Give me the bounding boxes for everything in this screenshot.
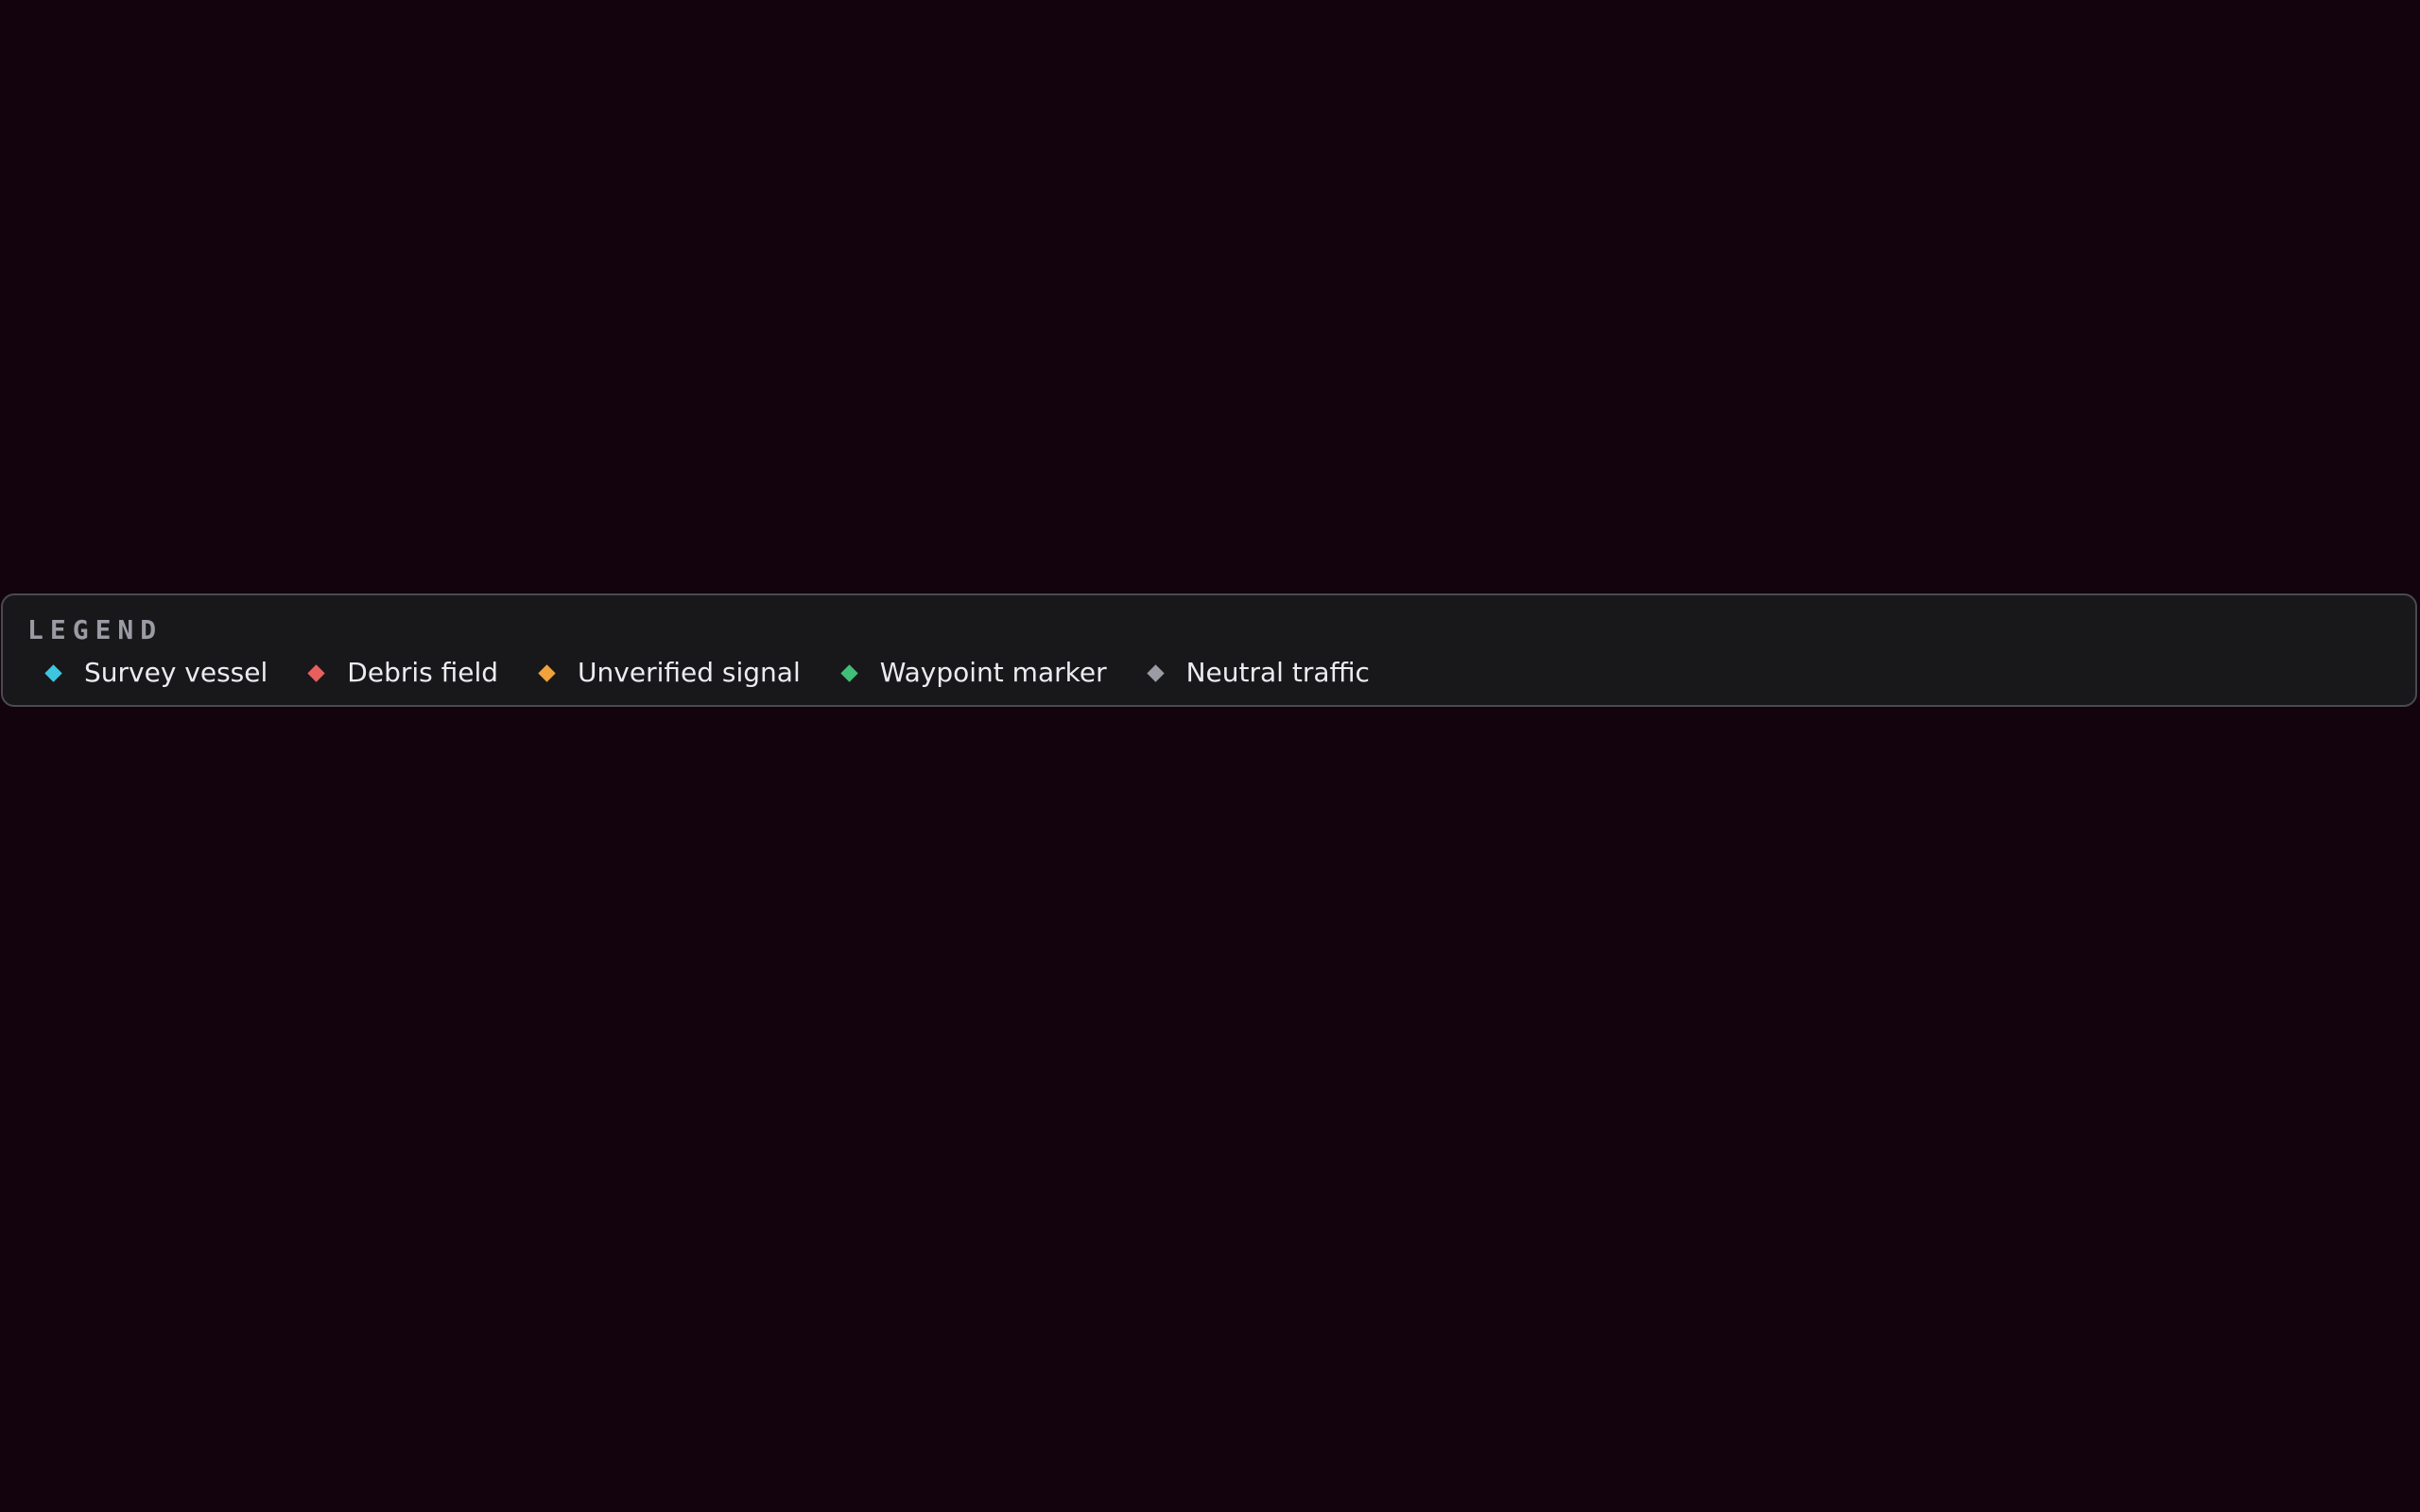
legend-item-debris-field: Debris field bbox=[307, 654, 498, 692]
legend-item-label: Survey vessel bbox=[84, 657, 268, 688]
legend-item-label: Waypoint marker bbox=[879, 657, 1107, 688]
legend-item-label: Neutral traffic bbox=[1185, 657, 1370, 688]
diamond-icon bbox=[44, 663, 62, 682]
legend-item-label: Unverified signal bbox=[578, 657, 801, 688]
legend-item-survey-vessel: Survey vessel bbox=[44, 654, 268, 692]
legend-title: LEGEND bbox=[27, 614, 164, 645]
legend-item-waypoint-marker: Waypoint marker bbox=[840, 654, 1107, 692]
legend-item-label: Debris field bbox=[347, 657, 499, 688]
diamond-icon bbox=[840, 663, 858, 682]
legend-items: Survey vessel Debris field Unverified si… bbox=[27, 654, 2391, 692]
diamond-icon bbox=[538, 663, 556, 682]
map-canvas: LEGEND Survey vessel Debris field Unveri… bbox=[0, 0, 2420, 1512]
legend-panel: LEGEND Survey vessel Debris field Unveri… bbox=[1, 593, 2417, 707]
legend-item-unverified-signal: Unverified signal bbox=[538, 654, 801, 692]
diamond-icon bbox=[1146, 663, 1165, 682]
legend-item-neutral-traffic: Neutral traffic bbox=[1146, 654, 1370, 692]
diamond-icon bbox=[307, 663, 325, 682]
